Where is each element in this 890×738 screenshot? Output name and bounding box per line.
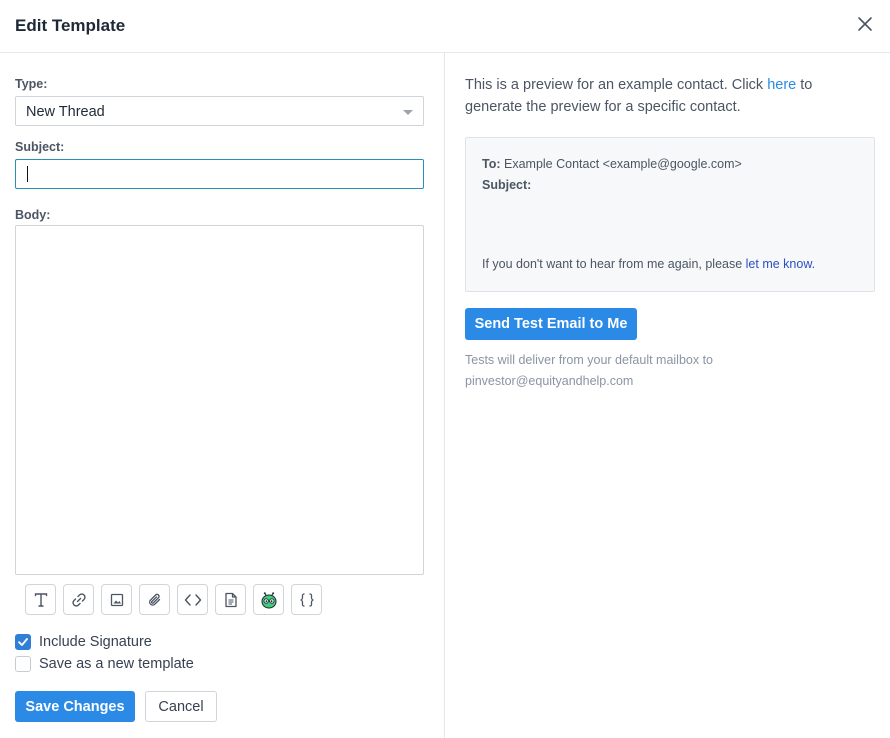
test-delivery-mailbox: pinvestor@equityandhelp.com — [465, 374, 634, 388]
link-icon[interactable] — [63, 584, 94, 615]
save-as-new-template-checkbox[interactable]: Save as a new template — [15, 655, 194, 673]
include-signature-checkbox[interactable]: Include Signature — [15, 633, 152, 651]
save-changes-button[interactable]: Save Changes — [15, 691, 135, 722]
preview-here-link[interactable]: here — [767, 77, 796, 93]
close-icon[interactable] — [856, 15, 874, 33]
template-form: Type: New Thread Subject: Body: Include … — [15, 53, 424, 738]
email-preview: To: Example Contact <example@google.com>… — [465, 137, 875, 292]
subject-label: Subject: — [15, 140, 65, 154]
text-format-icon[interactable] — [25, 584, 56, 615]
preview-panel: This is a preview for an example contact… — [465, 53, 875, 738]
preview-unsubscribe-text: If you don't want to hear from me again,… — [482, 257, 746, 271]
preview-intro-text: This is a preview for an example contact… — [465, 77, 768, 93]
save-as-new-template-label: Save as a new template — [39, 656, 194, 672]
send-test-email-button[interactable]: Send Test Email to Me — [465, 308, 637, 340]
cancel-button[interactable]: Cancel — [145, 691, 217, 722]
image-icon[interactable] — [101, 584, 132, 615]
body-editor[interactable] — [15, 225, 424, 575]
test-delivery-note-line1: Tests will deliver from your default mai… — [465, 353, 714, 367]
preview-subject-label: Subject: — [482, 178, 532, 192]
preview-to-value: Example Contact <example@google.com> — [500, 157, 742, 171]
test-delivery-note: Tests will deliver from your default mai… — [465, 350, 765, 392]
preview-unsubscribe-line: If you don't want to hear from me again,… — [482, 257, 815, 271]
type-select-value: New Thread — [26, 104, 105, 120]
chevron-down-icon — [403, 110, 413, 115]
checkbox-unchecked-icon — [15, 656, 31, 672]
variables-icon[interactable] — [291, 584, 322, 615]
checkbox-checked-icon — [15, 634, 31, 650]
type-select[interactable]: New Thread — [15, 96, 424, 126]
body-label: Body: — [15, 208, 51, 222]
preview-to-line: To: Example Contact <example@google.com> — [482, 157, 742, 171]
modal-header: Edit Template — [0, 0, 890, 53]
attachment-icon[interactable] — [139, 584, 170, 615]
robot-icon[interactable] — [253, 584, 284, 615]
modal-title: Edit Template — [15, 16, 126, 35]
preview-to-label: To: — [482, 157, 501, 171]
subject-input[interactable] — [15, 159, 424, 189]
column-divider — [444, 53, 445, 738]
preview-intro: This is a preview for an example contact… — [465, 74, 865, 118]
code-icon[interactable] — [177, 584, 208, 615]
text-cursor — [27, 166, 28, 182]
document-icon[interactable] — [215, 584, 246, 615]
type-label: Type: — [15, 77, 48, 91]
let-me-know-link[interactable]: let me know. — [746, 257, 815, 271]
include-signature-label: Include Signature — [39, 634, 152, 650]
